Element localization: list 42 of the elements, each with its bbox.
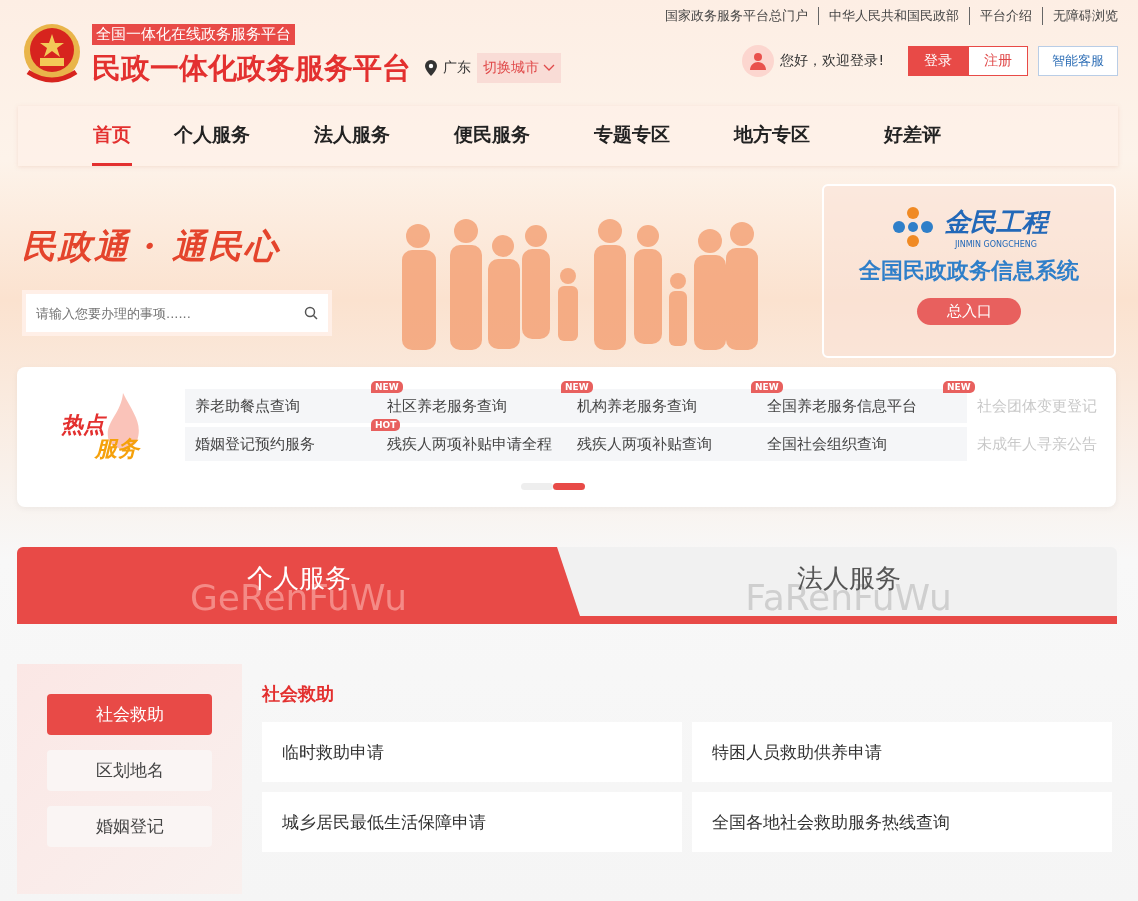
jinmin-logo-icon <box>890 204 936 250</box>
service-link[interactable]: 临时救助申请 <box>262 722 682 782</box>
service-link[interactable]: 城乡居民最低生活保障申请 <box>262 792 682 852</box>
welcome-text: 您好，欢迎登录! <box>780 52 884 70</box>
carousel-indicator[interactable] <box>552 483 585 490</box>
category-button[interactable]: 婚姻登记 <box>47 806 212 847</box>
nav-item[interactable]: 法人服务 <box>292 106 412 166</box>
service-link[interactable]: 全国各地社会救助服务热线查询 <box>692 792 1112 852</box>
category-button[interactable]: 社会救助 <box>47 694 212 735</box>
smart-service-button[interactable]: 智能客服 <box>1038 46 1118 76</box>
chevron-down-icon <box>543 64 555 72</box>
top-link[interactable]: 平台介绍 <box>969 7 1032 25</box>
status-badge: NEW <box>751 381 783 393</box>
nav-item[interactable]: 便民服务 <box>432 106 552 166</box>
top-link[interactable]: 国家政务服务平台总门户 <box>665 7 808 25</box>
search-icon <box>304 306 318 320</box>
nav-item[interactable]: 好差评 <box>852 106 972 166</box>
top-link[interactable]: 中华人民共和国民政部 <box>818 7 959 25</box>
logo-subtitle: JINMIN GONGCHENG <box>955 240 1037 249</box>
status-badge: NEW <box>561 381 593 393</box>
nav-item[interactable]: 专题专区 <box>572 106 692 166</box>
search-field[interactable]: 请输入您要办理的事项...... <box>22 290 332 336</box>
system-title: 全国民政政务信息系统 <box>859 257 1079 285</box>
nav-item[interactable]: 地方专区 <box>712 106 832 166</box>
slogan-text: 民政通 · 通民心 <box>22 225 281 268</box>
status-badge: NEW <box>371 381 403 393</box>
top-link[interactable]: 无障碍浏览 <box>1042 7 1118 25</box>
site-title: 民政一体化政务服务平台 <box>92 50 411 87</box>
nav-item[interactable]: 首页 <box>92 106 132 166</box>
status-badge: HOT <box>371 419 401 431</box>
hot-services-logo: 热点 服务 <box>17 367 185 507</box>
platform-tag: 全国一体化在线政务服务平台 <box>92 24 295 45</box>
service-link[interactable]: 特困人员救助供养申请 <box>692 722 1112 782</box>
nav-item[interactable]: 个人服务 <box>152 106 272 166</box>
register-button[interactable]: 注册 <box>968 46 1028 76</box>
user-avatar-icon <box>742 45 775 77</box>
status-badge: NEW <box>943 381 975 393</box>
location-pin-icon <box>425 60 437 76</box>
section-title: 社会救助 <box>262 682 335 706</box>
login-button[interactable]: 登录 <box>908 46 968 76</box>
category-button[interactable]: 区划地名 <box>47 750 212 791</box>
province-label: 广东 <box>443 59 471 77</box>
